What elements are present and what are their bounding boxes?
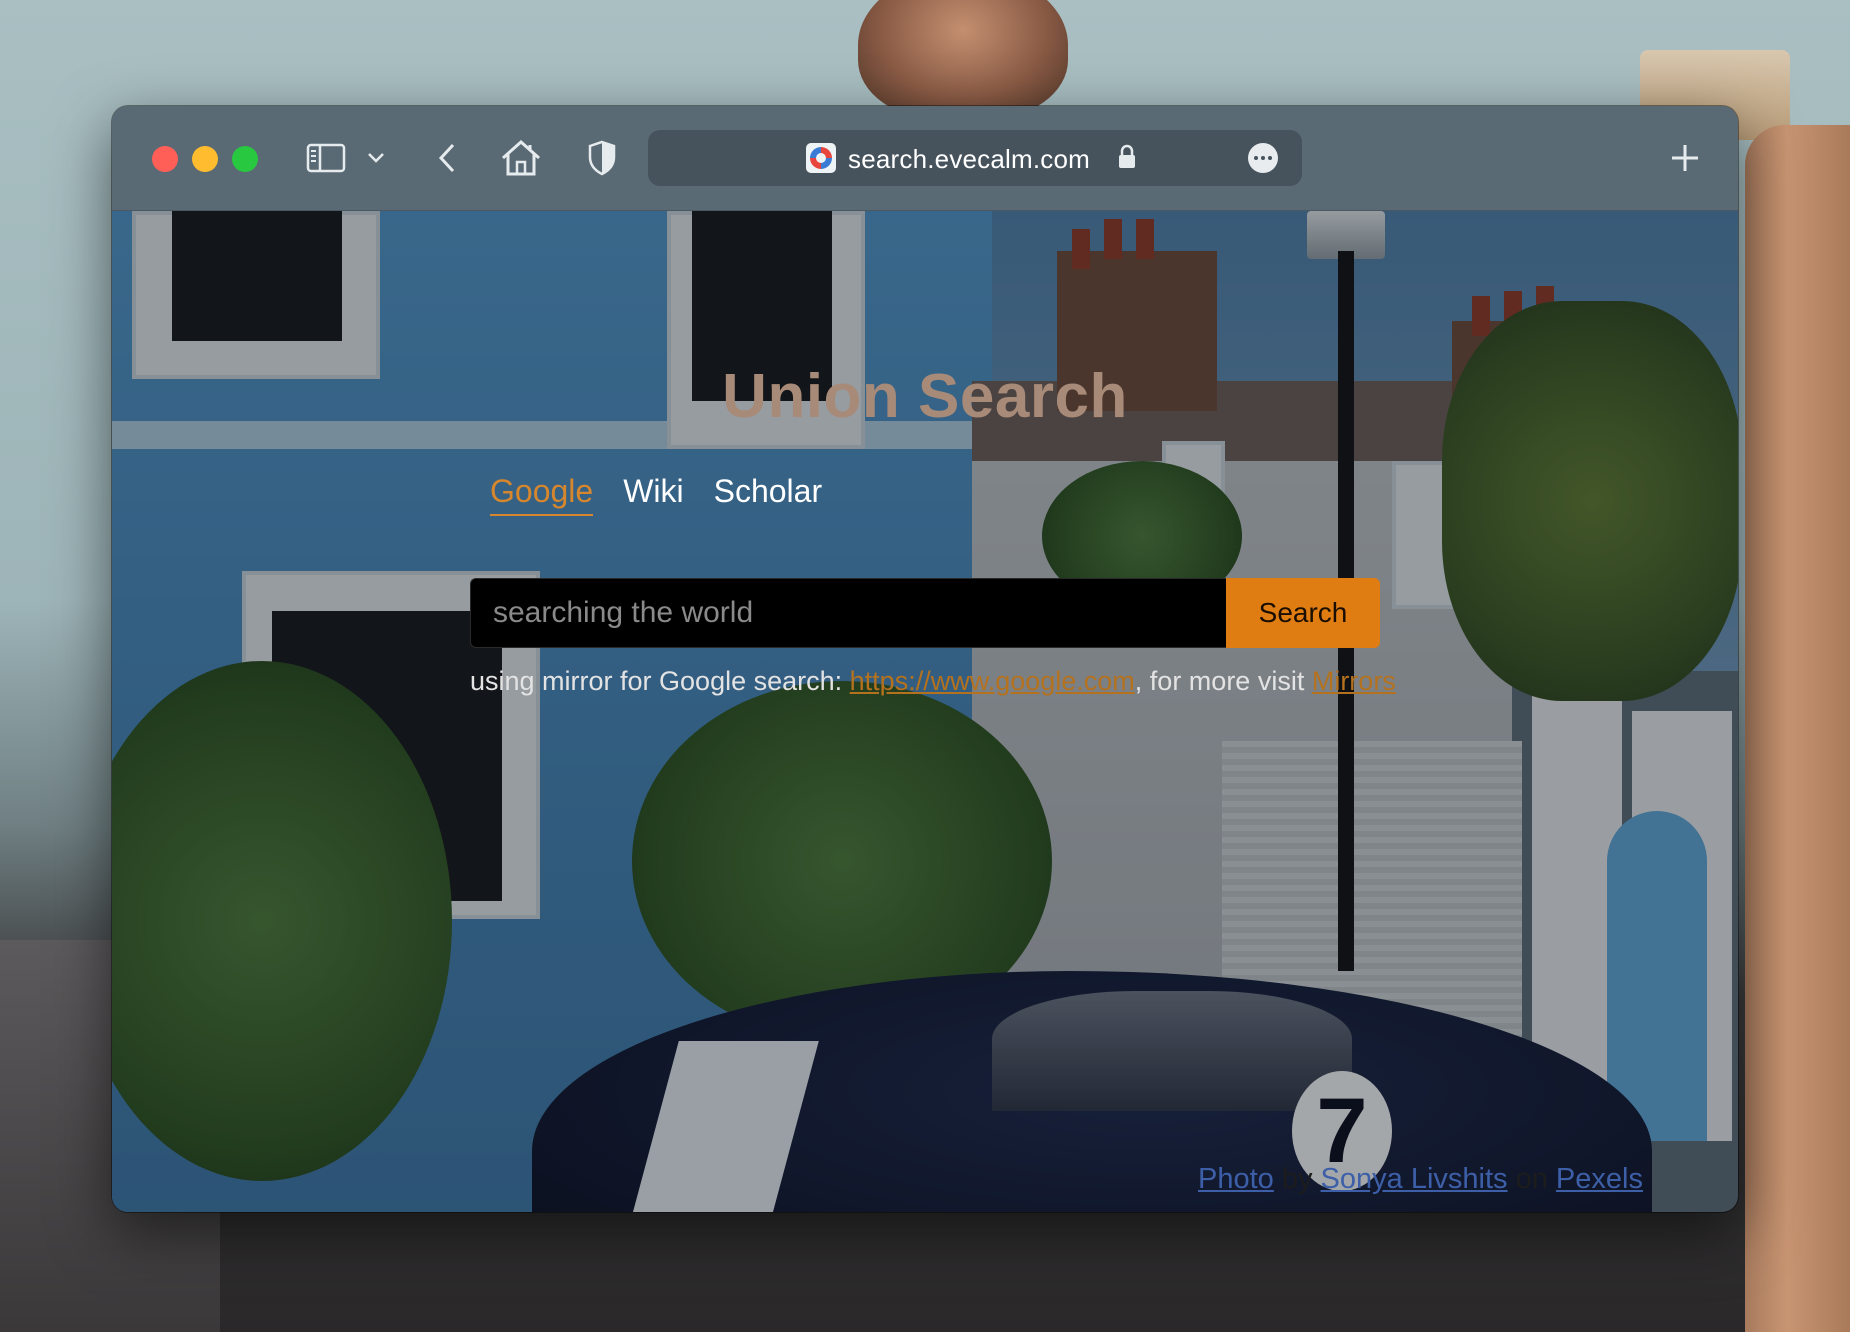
browser-toolbar: search.evecalm.com	[112, 106, 1738, 211]
tab-scholar[interactable]: Scholar	[714, 473, 823, 516]
url-text[interactable]: search.evecalm.com	[848, 144, 1090, 175]
site-favicon	[806, 143, 836, 173]
author-link[interactable]: Sonya Livshits	[1321, 1163, 1508, 1195]
search-input[interactable]	[470, 578, 1226, 648]
minimize-window-button[interactable]	[192, 146, 218, 172]
mirror-link[interactable]: https://www.google.com	[850, 666, 1135, 696]
photo-credit: Photo by Sonya Livshits on Pexels	[1198, 1163, 1643, 1196]
address-bar[interactable]: search.evecalm.com	[648, 130, 1302, 186]
tab-google[interactable]: Google	[490, 473, 594, 516]
page-viewport: 7 Union Search Google Wiki Scholar Searc…	[112, 211, 1738, 1212]
tab-wiki[interactable]: Wiki	[623, 473, 683, 516]
background-person	[858, 0, 1068, 120]
shield-icon[interactable]	[582, 136, 622, 180]
home-icon[interactable]	[498, 136, 544, 180]
lock-icon	[1118, 144, 1136, 175]
mirror-note-prefix: using mirror for Google search:	[470, 666, 850, 696]
credit-on: on	[1507, 1163, 1556, 1195]
zoom-window-button[interactable]	[232, 146, 258, 172]
credit-by: by	[1273, 1163, 1321, 1195]
mirror-note: using mirror for Google search: https://…	[470, 663, 1410, 699]
chevron-down-icon[interactable]	[364, 136, 388, 180]
search-form: Search	[470, 578, 1380, 648]
background-object	[1745, 125, 1850, 1332]
mirror-note-middle: , for more visit	[1134, 666, 1312, 696]
engine-tabs: Google Wiki Scholar	[490, 473, 822, 516]
sidebar-icon[interactable]	[304, 136, 348, 180]
search-button[interactable]: Search	[1226, 578, 1380, 648]
mirrors-link[interactable]: Mirrors	[1312, 666, 1396, 696]
plus-icon[interactable]	[1662, 136, 1708, 180]
photo-link[interactable]: Photo	[1198, 1163, 1274, 1195]
source-link[interactable]: Pexels	[1556, 1163, 1643, 1195]
browser-window: search.evecalm.com 7 Union Search Google…	[112, 106, 1738, 1212]
page-title: Union Search	[722, 362, 1128, 431]
more-icon[interactable]	[1248, 143, 1278, 173]
chevron-left-icon[interactable]	[430, 136, 464, 180]
close-window-button[interactable]	[152, 146, 178, 172]
